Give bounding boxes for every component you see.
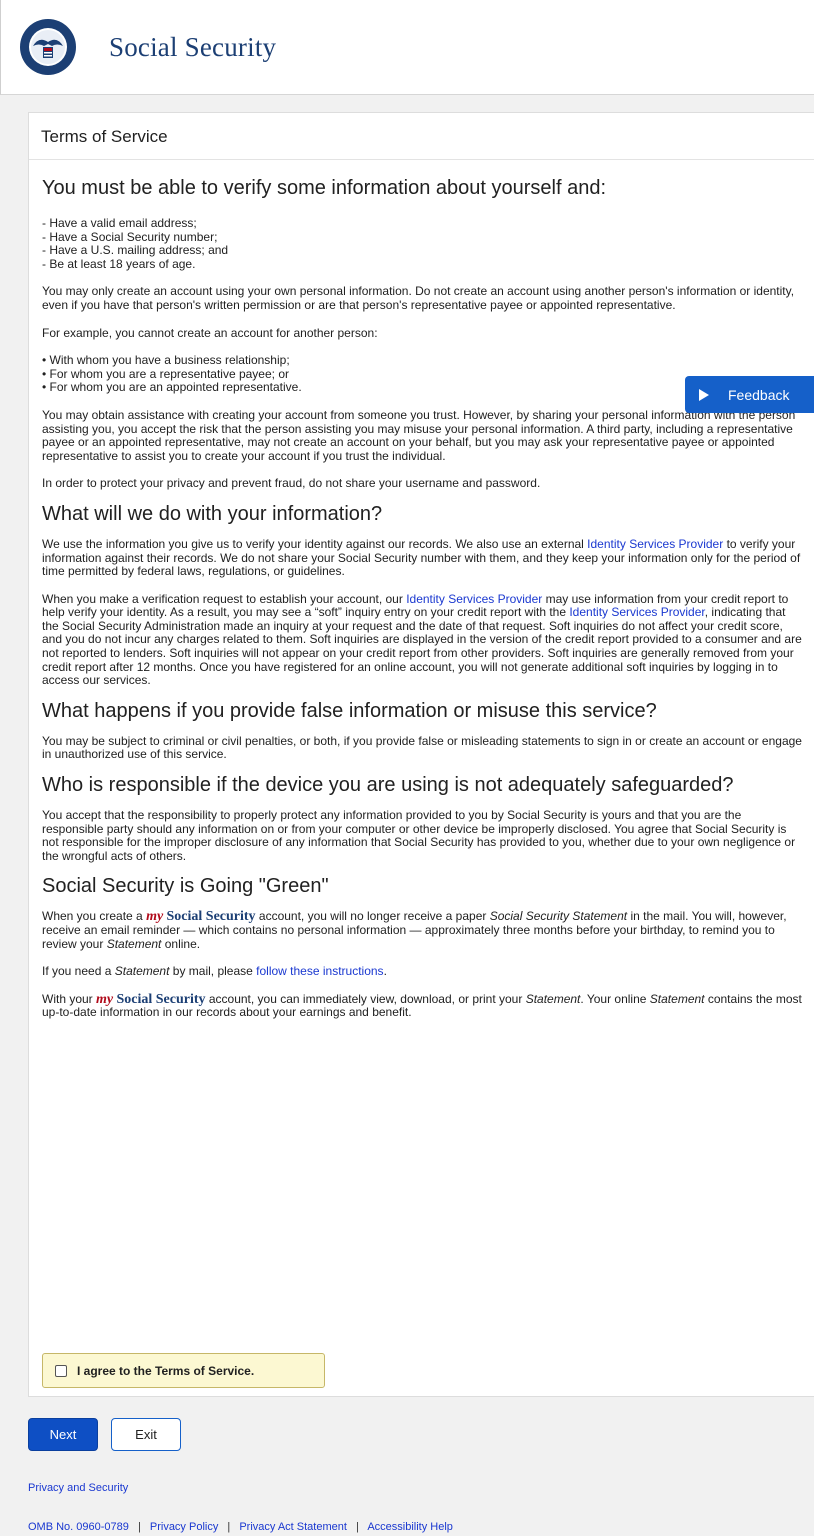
list-item: - Have a Social Security number; — [42, 229, 218, 244]
green-paragraph-3: With your my Social Security account, yo… — [42, 991, 802, 1020]
text-run: If you need a — [42, 964, 115, 979]
feedback-label: Feedback — [728, 386, 790, 403]
list-item: - Have a valid email address; — [42, 216, 197, 230]
card-title: Terms of Service — [29, 113, 814, 160]
identity-services-provider-link[interactable]: Identity Services Provider — [406, 592, 542, 606]
device-paragraph: You accept that the responsibility to pr… — [42, 808, 796, 863]
text-run: With your — [42, 991, 97, 1006]
text-run: We use the information you give us to ve… — [42, 536, 588, 551]
list-item: - Be at least 18 years of age. — [42, 256, 196, 271]
text-run: account, you can immediately view, downl… — [205, 991, 526, 1006]
info-paragraph-1: We use the information you give us to ve… — [42, 536, 802, 579]
text-run: Statement — [649, 991, 705, 1006]
accessibility-help-link[interactable]: Accessibility Help — [367, 1521, 453, 1533]
follow-instructions-link[interactable]: follow these instructions — [256, 964, 383, 978]
green-paragraph-2: If you need a Statement by mail, please … — [42, 964, 802, 979]
site-header: Social Security — [0, 0, 814, 95]
agree-checkbox[interactable] — [55, 1364, 67, 1377]
separator: | — [356, 1521, 359, 1533]
privacy-act-statement-link[interactable]: Privacy Act Statement — [239, 1521, 347, 1533]
privacy-policy-link[interactable]: Privacy Policy — [150, 1521, 218, 1533]
feedback-button[interactable]: Feedback — [685, 376, 814, 413]
identity-services-provider-link[interactable]: Identity Services Provider — [587, 537, 723, 551]
heading-device: Who is responsible if the device you are… — [42, 774, 734, 797]
terms-card: Terms of Service You must be able to ver… — [28, 112, 814, 1397]
text-run: Statement — [525, 991, 581, 1006]
text-run: Statement — [114, 964, 170, 979]
text-run: Statement — [106, 936, 162, 951]
agree-terms-checkbox-container[interactable]: I agree to the Terms of Service. — [42, 1353, 325, 1388]
own-info-paragraph: You may only create an account using you… — [42, 284, 795, 312]
brand-title: Social Security — [109, 31, 277, 62]
text-run: online. — [161, 936, 201, 951]
green-paragraph-1: When you create a my Social Security acc… — [42, 910, 802, 951]
text-run: When you make a verification request to … — [42, 591, 407, 606]
heading-verify: You must be able to verify some informat… — [42, 177, 607, 199]
exit-button[interactable]: Exit — [111, 1418, 181, 1451]
text-run: . — [383, 964, 387, 979]
identity-services-provider-link[interactable]: Identity Services Provider — [569, 605, 704, 619]
heading-false-info: What happens if you provide false inform… — [42, 699, 657, 722]
privacy-and-security-link[interactable]: Privacy and Security — [28, 1482, 128, 1494]
next-button[interactable]: Next — [28, 1418, 98, 1451]
assistance-paragraph: You may obtain assistance with creating … — [42, 407, 796, 463]
separator: | — [227, 1521, 231, 1533]
play-icon — [699, 388, 709, 401]
list-item: • With whom you have a business relation… — [42, 353, 290, 368]
requirements-list: - Have a valid email address; - Have a S… — [42, 216, 802, 271]
false-info-paragraph: You may be subject to criminal or civil … — [42, 733, 802, 762]
agree-label: I agree to the Terms of Service. — [77, 1363, 255, 1378]
info-paragraph-2: When you make a verification request to … — [42, 591, 802, 688]
list-item: - Have a U.S. mailing address; and — [42, 243, 229, 258]
footer-links: OMB No. 0960-0789 | Privacy Policy | Pri… — [28, 1521, 453, 1533]
separator: | — [137, 1521, 141, 1533]
ssa-seal-logo — [20, 19, 76, 75]
text-run: When you create a — [42, 909, 147, 924]
text-run: by mail, please — [169, 964, 257, 979]
omb-number: OMB No. 0960-0789 — [28, 1521, 129, 1533]
text-run: account, you will no longer receive a pa… — [255, 909, 490, 924]
terms-content: You must be able to verify some informat… — [29, 176, 814, 1020]
heading-info: What will we do with your information? — [42, 502, 383, 525]
privacy-paragraph: In order to protect your privacy and pre… — [42, 476, 541, 491]
text-run: Social Security Statement — [489, 909, 628, 924]
heading-green: Social Security is Going "Green" — [42, 875, 329, 898]
text-run: . Your online — [580, 991, 650, 1006]
example-paragraph: For example, you cannot create an accoun… — [42, 325, 378, 340]
